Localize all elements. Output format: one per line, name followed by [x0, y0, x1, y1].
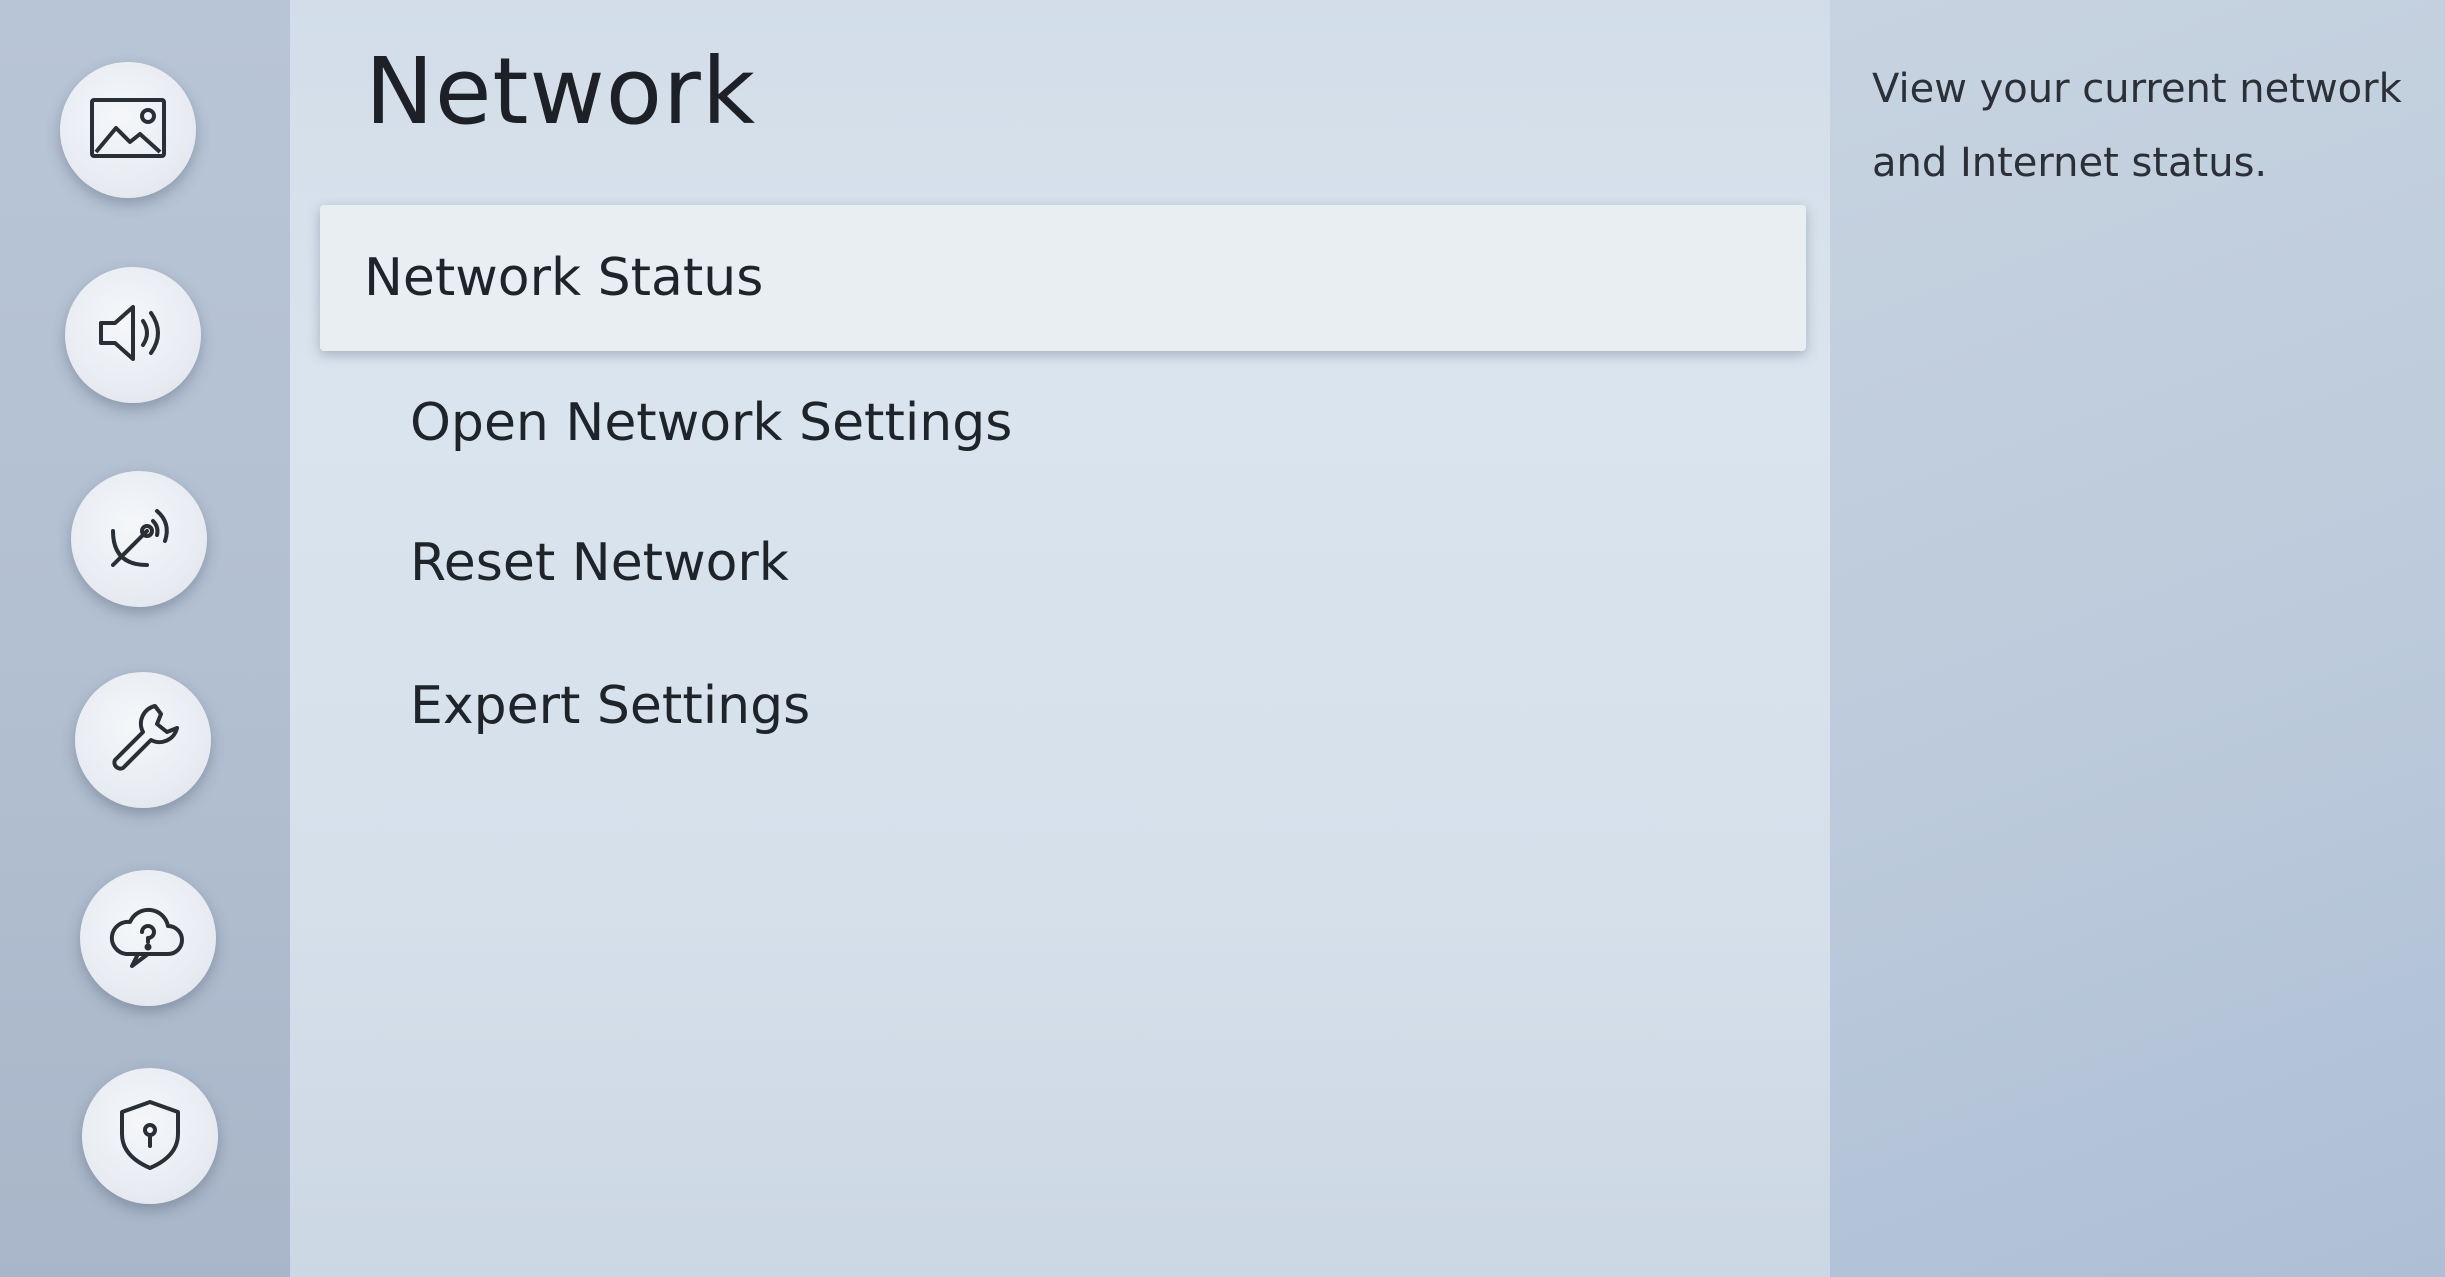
menu-item-reset-network[interactable]: Reset Network [320, 490, 1806, 636]
sound-icon [87, 287, 179, 383]
menu-panel: Network Network Status Open Network Sett… [290, 0, 1830, 1277]
rail-item-broadcasting[interactable] [71, 471, 207, 607]
description-panel: View your current network and Internet s… [1830, 0, 2445, 1277]
tv-settings-screen: Network Network Status Open Network Sett… [0, 0, 2445, 1277]
menu-item-label: Reset Network [410, 533, 789, 593]
wrench-icon [97, 692, 189, 788]
menu-item-expert-settings[interactable]: Expert Settings [320, 633, 1806, 779]
picture-icon [82, 82, 174, 178]
description-text: View your current network and Internet s… [1872, 66, 2402, 186]
cloud-help-icon [102, 890, 194, 986]
broadcast-icon [93, 491, 185, 587]
rail-item-support[interactable] [80, 870, 216, 1006]
rail-item-sound[interactable] [65, 267, 201, 403]
category-rail [0, 0, 300, 1277]
rail-item-privacy[interactable] [82, 1068, 218, 1204]
menu-item-network-status[interactable]: Network Status [320, 205, 1806, 351]
menu-item-label: Network Status [364, 248, 764, 308]
menu-item-open-network-settings[interactable]: Open Network Settings [320, 350, 1806, 496]
rail-item-picture[interactable] [60, 62, 196, 198]
rail-item-general[interactable] [75, 672, 211, 808]
menu-item-label: Expert Settings [410, 676, 811, 736]
shield-keyhole-icon [104, 1088, 196, 1184]
menu-item-label: Open Network Settings [410, 393, 1013, 453]
page-title: Network [365, 38, 757, 145]
